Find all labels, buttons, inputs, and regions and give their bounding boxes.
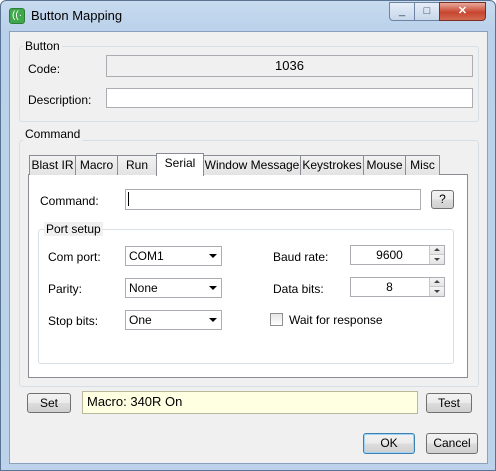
- code-label: Code:: [28, 62, 61, 76]
- tab-macro[interactable]: Macro: [75, 155, 118, 175]
- parity-value: None: [129, 281, 158, 295]
- port-setup-label: Port setup: [44, 222, 103, 236]
- spin-up-icon[interactable]: [429, 246, 444, 255]
- stop-bits-label: Stop bits:: [48, 314, 99, 328]
- minimize-button[interactable]: _: [389, 2, 415, 21]
- baud-rate-label: Baud rate:: [273, 250, 329, 264]
- spin-down-icon[interactable]: [429, 287, 444, 296]
- remote-signal-icon: ((·: [9, 8, 25, 24]
- data-bits-value: 8: [386, 280, 393, 294]
- close-button[interactable]: ✕: [439, 2, 486, 21]
- baud-rate-spinner[interactable]: 9600: [350, 245, 445, 265]
- window-title: Button Mapping: [31, 8, 123, 23]
- maximize-button[interactable]: □: [414, 2, 440, 21]
- parity-select[interactable]: None: [125, 278, 222, 298]
- command-group-label: Command: [23, 127, 83, 141]
- dialog-client-area: Button Code: 1036 Description: Command B…: [9, 31, 488, 464]
- baud-rate-value: 9600: [376, 248, 403, 262]
- com-port-value: COM1: [129, 249, 164, 263]
- cancel-button[interactable]: Cancel: [426, 433, 478, 454]
- chevron-down-icon: [209, 254, 217, 258]
- com-port-select[interactable]: COM1: [125, 246, 222, 266]
- tab-misc[interactable]: Misc: [405, 155, 440, 175]
- code-field: 1036: [106, 55, 473, 77]
- description-input[interactable]: [106, 88, 473, 108]
- tab-keystrokes[interactable]: Keystrokes: [300, 155, 364, 175]
- command-label: Command:: [40, 194, 99, 208]
- status-text: Macro: 340R On: [82, 391, 418, 414]
- data-bits-label: Data bits:: [273, 282, 324, 296]
- chevron-down-icon: [209, 286, 217, 290]
- title-bar[interactable]: ((· Button Mapping _ □ ✕: [1, 1, 495, 31]
- com-port-label: Com port:: [48, 250, 101, 264]
- parity-label: Parity:: [48, 282, 83, 296]
- stop-bits-value: One: [129, 313, 152, 327]
- tab-window-message[interactable]: Window Message: [203, 155, 301, 175]
- tab-mouse[interactable]: Mouse: [363, 155, 406, 175]
- description-label: Description:: [28, 93, 92, 107]
- stop-bits-select[interactable]: One: [125, 310, 222, 330]
- tab-blast-ir[interactable]: Blast IR: [29, 155, 76, 175]
- wait-for-response-label[interactable]: Wait for response: [289, 313, 383, 327]
- test-button[interactable]: Test: [426, 393, 472, 413]
- spin-up-icon[interactable]: [429, 278, 444, 287]
- chevron-down-icon: [209, 318, 217, 322]
- command-input[interactable]: [125, 189, 421, 210]
- button-group-label: Button: [23, 39, 62, 53]
- ok-button[interactable]: OK: [363, 433, 415, 454]
- wait-for-response-checkbox[interactable]: [270, 313, 283, 326]
- command-help-button[interactable]: ?: [431, 190, 454, 209]
- spin-down-icon[interactable]: [429, 255, 444, 264]
- tab-serial[interactable]: Serial: [156, 153, 204, 176]
- button-mapping-window: ((· Button Mapping _ □ ✕ Button Code: 10…: [0, 0, 496, 471]
- data-bits-spinner[interactable]: 8: [350, 277, 445, 297]
- set-button[interactable]: Set: [27, 393, 71, 413]
- text-caret: [128, 192, 129, 206]
- tab-run[interactable]: Run: [117, 155, 157, 175]
